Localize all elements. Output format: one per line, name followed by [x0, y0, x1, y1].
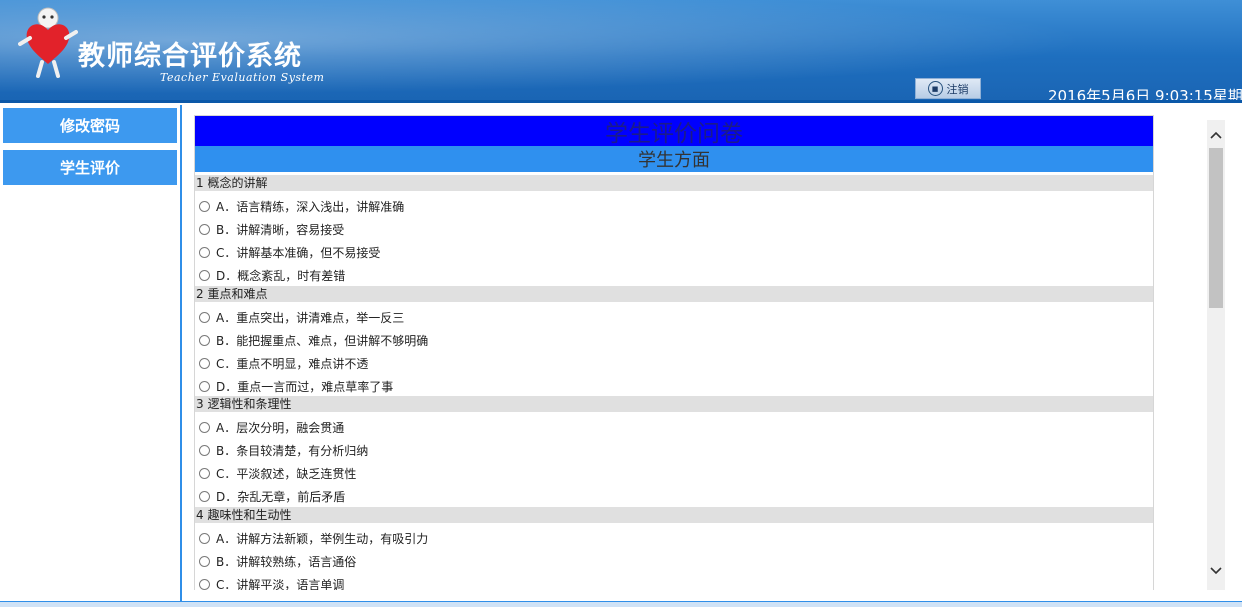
answer-option[interactable]: C．平淡叙述，缺乏连贯性 — [199, 463, 356, 483]
radio-button[interactable] — [199, 444, 210, 456]
sidebar-item-student-evaluation[interactable]: 学生评价 — [3, 150, 177, 185]
app-subtitle: Teacher Evaluation System — [160, 71, 325, 84]
option-label: B．条目较清楚，有分析归纳 — [216, 443, 369, 458]
option-label: B．讲解较熟练，语言通俗 — [216, 554, 357, 569]
option-label: C．讲解基本准确，但不易接受 — [216, 245, 381, 260]
answer-option[interactable]: D．杂乱无章，前后矛盾 — [199, 486, 345, 506]
chevron-down-icon[interactable] — [1207, 560, 1225, 582]
logout-label: 注销 — [946, 82, 969, 96]
bottom-frame-border — [0, 601, 1242, 607]
radio-button[interactable] — [199, 200, 210, 212]
option-label: A．讲解方法新颖，举例生动，有吸引力 — [216, 531, 429, 546]
answer-option[interactable]: B．讲解较熟练，语言通俗 — [199, 551, 356, 571]
scroll-thumb[interactable] — [1209, 148, 1223, 308]
radio-button[interactable] — [199, 555, 210, 567]
option-label: D．杂乱无章，前后矛盾 — [216, 489, 346, 504]
sidebar-item-change-password[interactable]: 修改密码 — [3, 108, 177, 143]
answer-option[interactable]: C．讲解基本准确，但不易接受 — [199, 242, 380, 262]
app-title: 教师综合评价系统 — [78, 41, 302, 72]
answer-option[interactable]: C．讲解平淡，语言单调 — [199, 574, 344, 590]
sidebar: 修改密码 学生评价 — [0, 105, 182, 601]
radio-button[interactable] — [199, 532, 210, 544]
radio-button[interactable] — [199, 421, 210, 433]
option-label: A．语言精练，深入浅出，讲解准确 — [216, 199, 405, 214]
question-heading: 4 趣味性和生动性 — [195, 507, 1153, 523]
radio-button[interactable] — [199, 223, 210, 235]
chevron-up-icon[interactable] — [1207, 124, 1225, 146]
logout-icon: ■ — [927, 81, 943, 96]
radio-button[interactable] — [199, 311, 210, 323]
option-label: D．概念紊乱，时有差错 — [216, 268, 346, 283]
radio-button[interactable] — [199, 490, 210, 502]
section-title: 学生方面 — [195, 146, 1153, 172]
answer-option[interactable]: B．讲解清晰，容易接受 — [199, 219, 344, 239]
option-label: C．重点不明显，难点讲不透 — [216, 356, 369, 371]
radio-button[interactable] — [199, 246, 210, 258]
option-label: B．讲解清晰，容易接受 — [216, 222, 345, 237]
vertical-scrollbar[interactable] — [1207, 120, 1225, 590]
answer-option[interactable]: B．能把握重点、难点，但讲解不够明确 — [199, 330, 428, 350]
form-title: 学生评价问卷 — [195, 116, 1153, 147]
question-heading: 1 概念的讲解 — [195, 175, 1153, 191]
app-header: 教师综合评价系统 Teacher Evaluation System ■ 注销 … — [0, 0, 1242, 103]
radio-button[interactable] — [199, 269, 210, 281]
header-divider — [0, 100, 1242, 103]
radio-button[interactable] — [199, 578, 210, 590]
answer-option[interactable]: C．重点不明显，难点讲不透 — [199, 353, 368, 373]
answer-option[interactable]: A．语言精练，深入浅出，讲解准确 — [199, 196, 404, 216]
answer-option[interactable]: D．重点一言而过，难点草率了事 — [199, 376, 393, 396]
answer-option[interactable]: B．条目较清楚，有分析归纳 — [199, 440, 368, 460]
radio-button[interactable] — [199, 380, 210, 392]
answer-option[interactable]: D．概念紊乱，时有差错 — [199, 265, 345, 285]
option-label: D．重点一言而过，难点草率了事 — [216, 379, 394, 394]
radio-button[interactable] — [199, 334, 210, 346]
answer-option[interactable]: A．层次分明，融会贯通 — [199, 417, 344, 437]
logout-button[interactable]: ■ 注销 — [915, 78, 981, 99]
option-label: A．层次分明，融会贯通 — [216, 420, 345, 435]
answer-option[interactable]: A．重点突出，讲清难点，举一反三 — [199, 307, 404, 327]
radio-button[interactable] — [199, 357, 210, 369]
heart-mascot-logo — [18, 7, 78, 78]
questionnaire-form: 学生评价问卷 学生方面 1 概念的讲解 A．语言精练，深入浅出，讲解准确 B．讲… — [194, 115, 1154, 590]
main-content: 学生评价问卷 学生方面 1 概念的讲解 A．语言精练，深入浅出，讲解准确 B．讲… — [191, 112, 1201, 590]
question-heading: 2 重点和难点 — [195, 286, 1153, 302]
option-label: A．重点突出，讲清难点，举一反三 — [216, 310, 405, 325]
option-label: B．能把握重点、难点，但讲解不够明确 — [216, 333, 429, 348]
answer-option[interactable]: A．讲解方法新颖，举例生动，有吸引力 — [199, 528, 428, 548]
option-label: C．平淡叙述，缺乏连贯性 — [216, 466, 357, 481]
radio-button[interactable] — [199, 467, 210, 479]
question-heading: 3 逻辑性和条理性 — [195, 396, 1153, 412]
option-label: C．讲解平淡，语言单调 — [216, 577, 345, 591]
